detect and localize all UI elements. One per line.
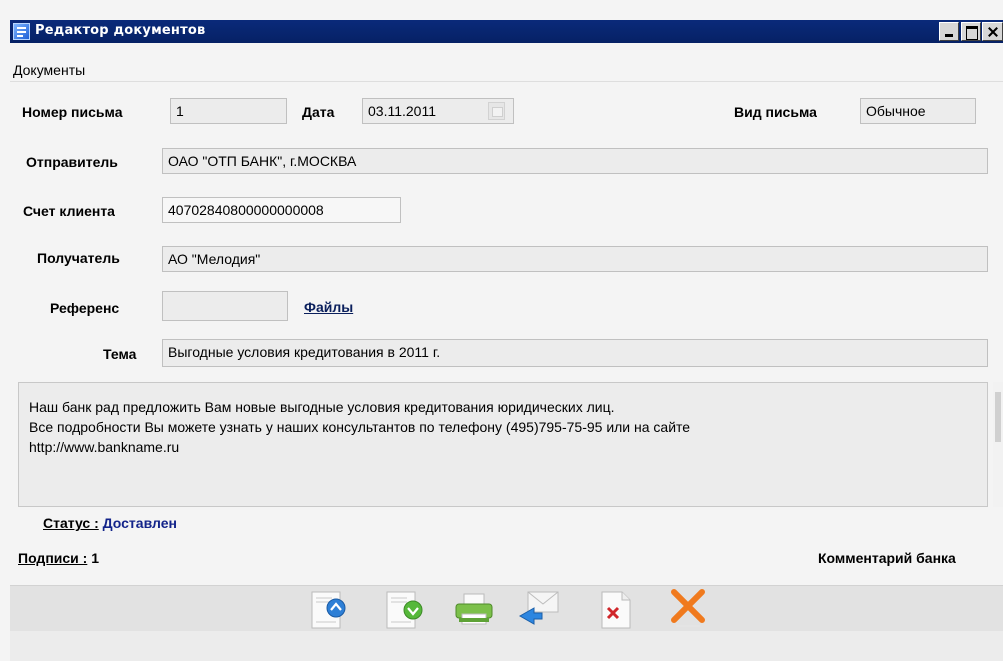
status-value: Доставлен: [102, 515, 177, 531]
status-label[interactable]: Статус :: [43, 515, 99, 531]
signatures-label[interactable]: Подписи :: [18, 550, 87, 566]
close-window-button[interactable]: [982, 22, 1003, 41]
message-scrollbar[interactable]: [993, 382, 1003, 507]
sender-label: Отправитель: [26, 154, 118, 170]
message-line: http://www.bankname.ru: [29, 439, 180, 455]
message-body[interactable]: Наш банк рад предложить Вам новые выгодн…: [18, 382, 988, 507]
status-row: Статус : Доставлен: [43, 515, 177, 531]
message-line: Наш банк рад предложить Вам новые выгодн…: [29, 399, 615, 415]
reference-field[interactable]: [162, 291, 288, 321]
letter-number-label: Номер письма: [22, 104, 123, 120]
envelope-reply-icon[interactable]: [514, 586, 562, 632]
letter-number-field[interactable]: 1: [170, 98, 287, 124]
calendar-button[interactable]: [488, 102, 505, 120]
menu-bar: Документы: [10, 58, 1003, 82]
maximize-button[interactable]: [961, 22, 981, 41]
letter-type-field[interactable]: Обычное: [860, 98, 976, 124]
letter-type-label: Вид письма: [734, 104, 817, 120]
doc-down-icon[interactable]: [383, 586, 431, 632]
message-line: Все подробности Вы можете узнать у наших…: [29, 419, 691, 435]
signatures-count: 1: [91, 550, 100, 566]
recipient-field[interactable]: АО "Мелодия": [162, 246, 988, 272]
subject-label: Тема: [103, 346, 137, 362]
signatures-row: Подписи : 1: [18, 550, 99, 566]
action-toolbar: [10, 585, 1003, 631]
date-value: 03.11.2011: [368, 103, 436, 119]
bank-comment-label[interactable]: Комментарий банка: [818, 550, 956, 566]
files-link[interactable]: Файлы: [304, 299, 353, 315]
printer-icon[interactable]: [450, 586, 498, 632]
doc-up-icon[interactable]: [306, 586, 354, 632]
status-bar: [10, 631, 1003, 661]
title-bar[interactable]: Редактор документов: [10, 20, 1003, 43]
window-title: Редактор документов: [35, 23, 206, 38]
recipient-label: Получатель: [37, 250, 120, 266]
account-field[interactable]: 40702840800000000008: [162, 197, 401, 223]
doc-delete-icon[interactable]: [592, 586, 640, 632]
account-label: Счет клиента: [23, 203, 115, 219]
menu-documents[interactable]: Документы: [13, 62, 85, 78]
minimize-button[interactable]: [939, 22, 959, 41]
subject-field[interactable]: Выгодные условия кредитования в 2011 г.: [162, 339, 988, 367]
date-label: Дата: [302, 104, 335, 120]
sender-field[interactable]: ОАО "ОТП БАНК", г.МОСКВА: [162, 148, 988, 174]
reference-label: Референс: [50, 300, 120, 316]
close-x-icon[interactable]: [664, 586, 712, 632]
document-editor-window: Редактор документов Документы Номер пись…: [0, 0, 1003, 661]
app-icon: [13, 23, 30, 40]
